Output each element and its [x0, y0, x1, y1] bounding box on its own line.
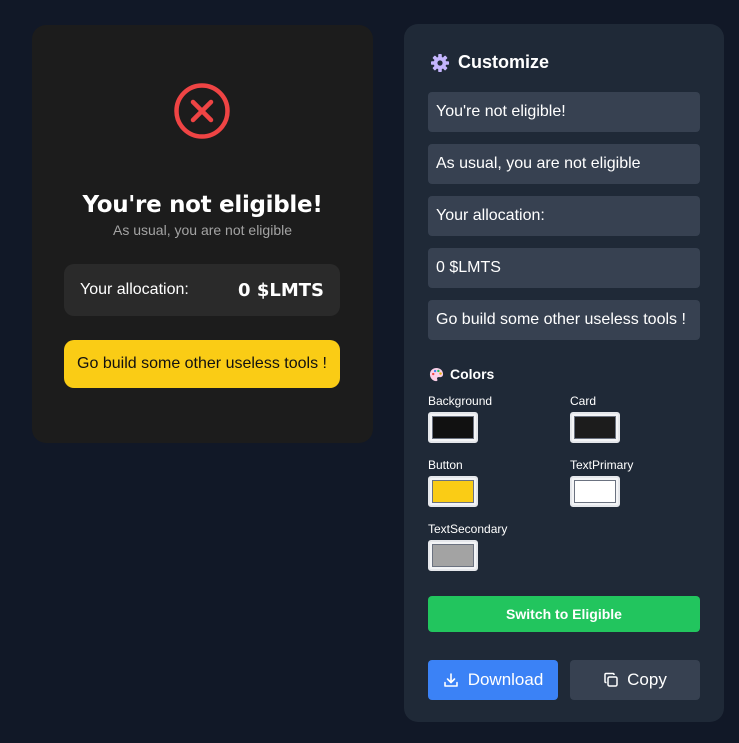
text-secondary-color-label: TextSecondary: [428, 522, 508, 536]
button-label-input[interactable]: [428, 300, 700, 340]
text-primary-color-group: TextPrimary: [570, 458, 633, 507]
background-color-picker[interactable]: [428, 412, 478, 443]
palette-icon: [429, 367, 444, 381]
title-input[interactable]: [428, 92, 700, 132]
text-secondary-color-picker[interactable]: [428, 540, 478, 571]
text-secondary-color-group: TextSecondary: [428, 522, 507, 571]
allocation-value: 0 $LMTS: [238, 279, 324, 301]
cta-button[interactable]: Go build some other useless tools !: [64, 340, 340, 388]
customize-panel: Customize Colors Background Card Button: [404, 24, 724, 722]
text-primary-color-picker[interactable]: [570, 476, 620, 507]
text-primary-color-label: TextPrimary: [570, 458, 634, 472]
allocation-label-input[interactable]: [428, 196, 700, 236]
switch-to-eligible-button[interactable]: Switch to Eligible: [428, 596, 700, 632]
allocation-value-input[interactable]: [428, 248, 700, 288]
background-color-group: Background: [428, 394, 492, 443]
card-color-picker[interactable]: [570, 412, 620, 443]
text-primary-color-swatch: [574, 480, 616, 503]
x-circle-icon: [174, 83, 230, 139]
gear-icon: [431, 53, 449, 72]
copy-icon: [604, 672, 618, 687]
text-secondary-color-swatch: [432, 544, 474, 567]
background-color-label: Background: [428, 394, 493, 408]
button-color-group: Button: [428, 458, 478, 507]
preview-card: You're not eligible! As usual, you are n…: [32, 25, 373, 443]
subtitle-input[interactable]: [428, 144, 700, 184]
colors-header: Colors: [429, 366, 494, 382]
download-button[interactable]: Download: [428, 660, 558, 700]
copy-label: Copy: [627, 670, 667, 689]
card-color-swatch: [574, 416, 616, 439]
button-color-label: Button: [428, 458, 463, 472]
download-label: Download: [467, 670, 544, 689]
card-color-label: Card: [570, 394, 597, 408]
preview-subtitle: As usual, you are not eligible: [113, 222, 292, 238]
allocation-label: Your allocation:: [80, 281, 189, 298]
customize-title: Customize: [458, 52, 550, 72]
preview-title: You're not eligible!: [82, 192, 323, 218]
card-color-group: Card: [570, 394, 620, 443]
allocation-box: Your allocation: 0 $LMTS: [64, 264, 340, 316]
copy-button[interactable]: Copy: [570, 660, 700, 700]
download-icon: [443, 673, 458, 687]
customize-header: Customize: [430, 52, 549, 73]
button-color-picker[interactable]: [428, 476, 478, 507]
button-color-swatch: [432, 480, 474, 503]
background-color-swatch: [432, 416, 474, 439]
colors-title: Colors: [450, 366, 495, 382]
